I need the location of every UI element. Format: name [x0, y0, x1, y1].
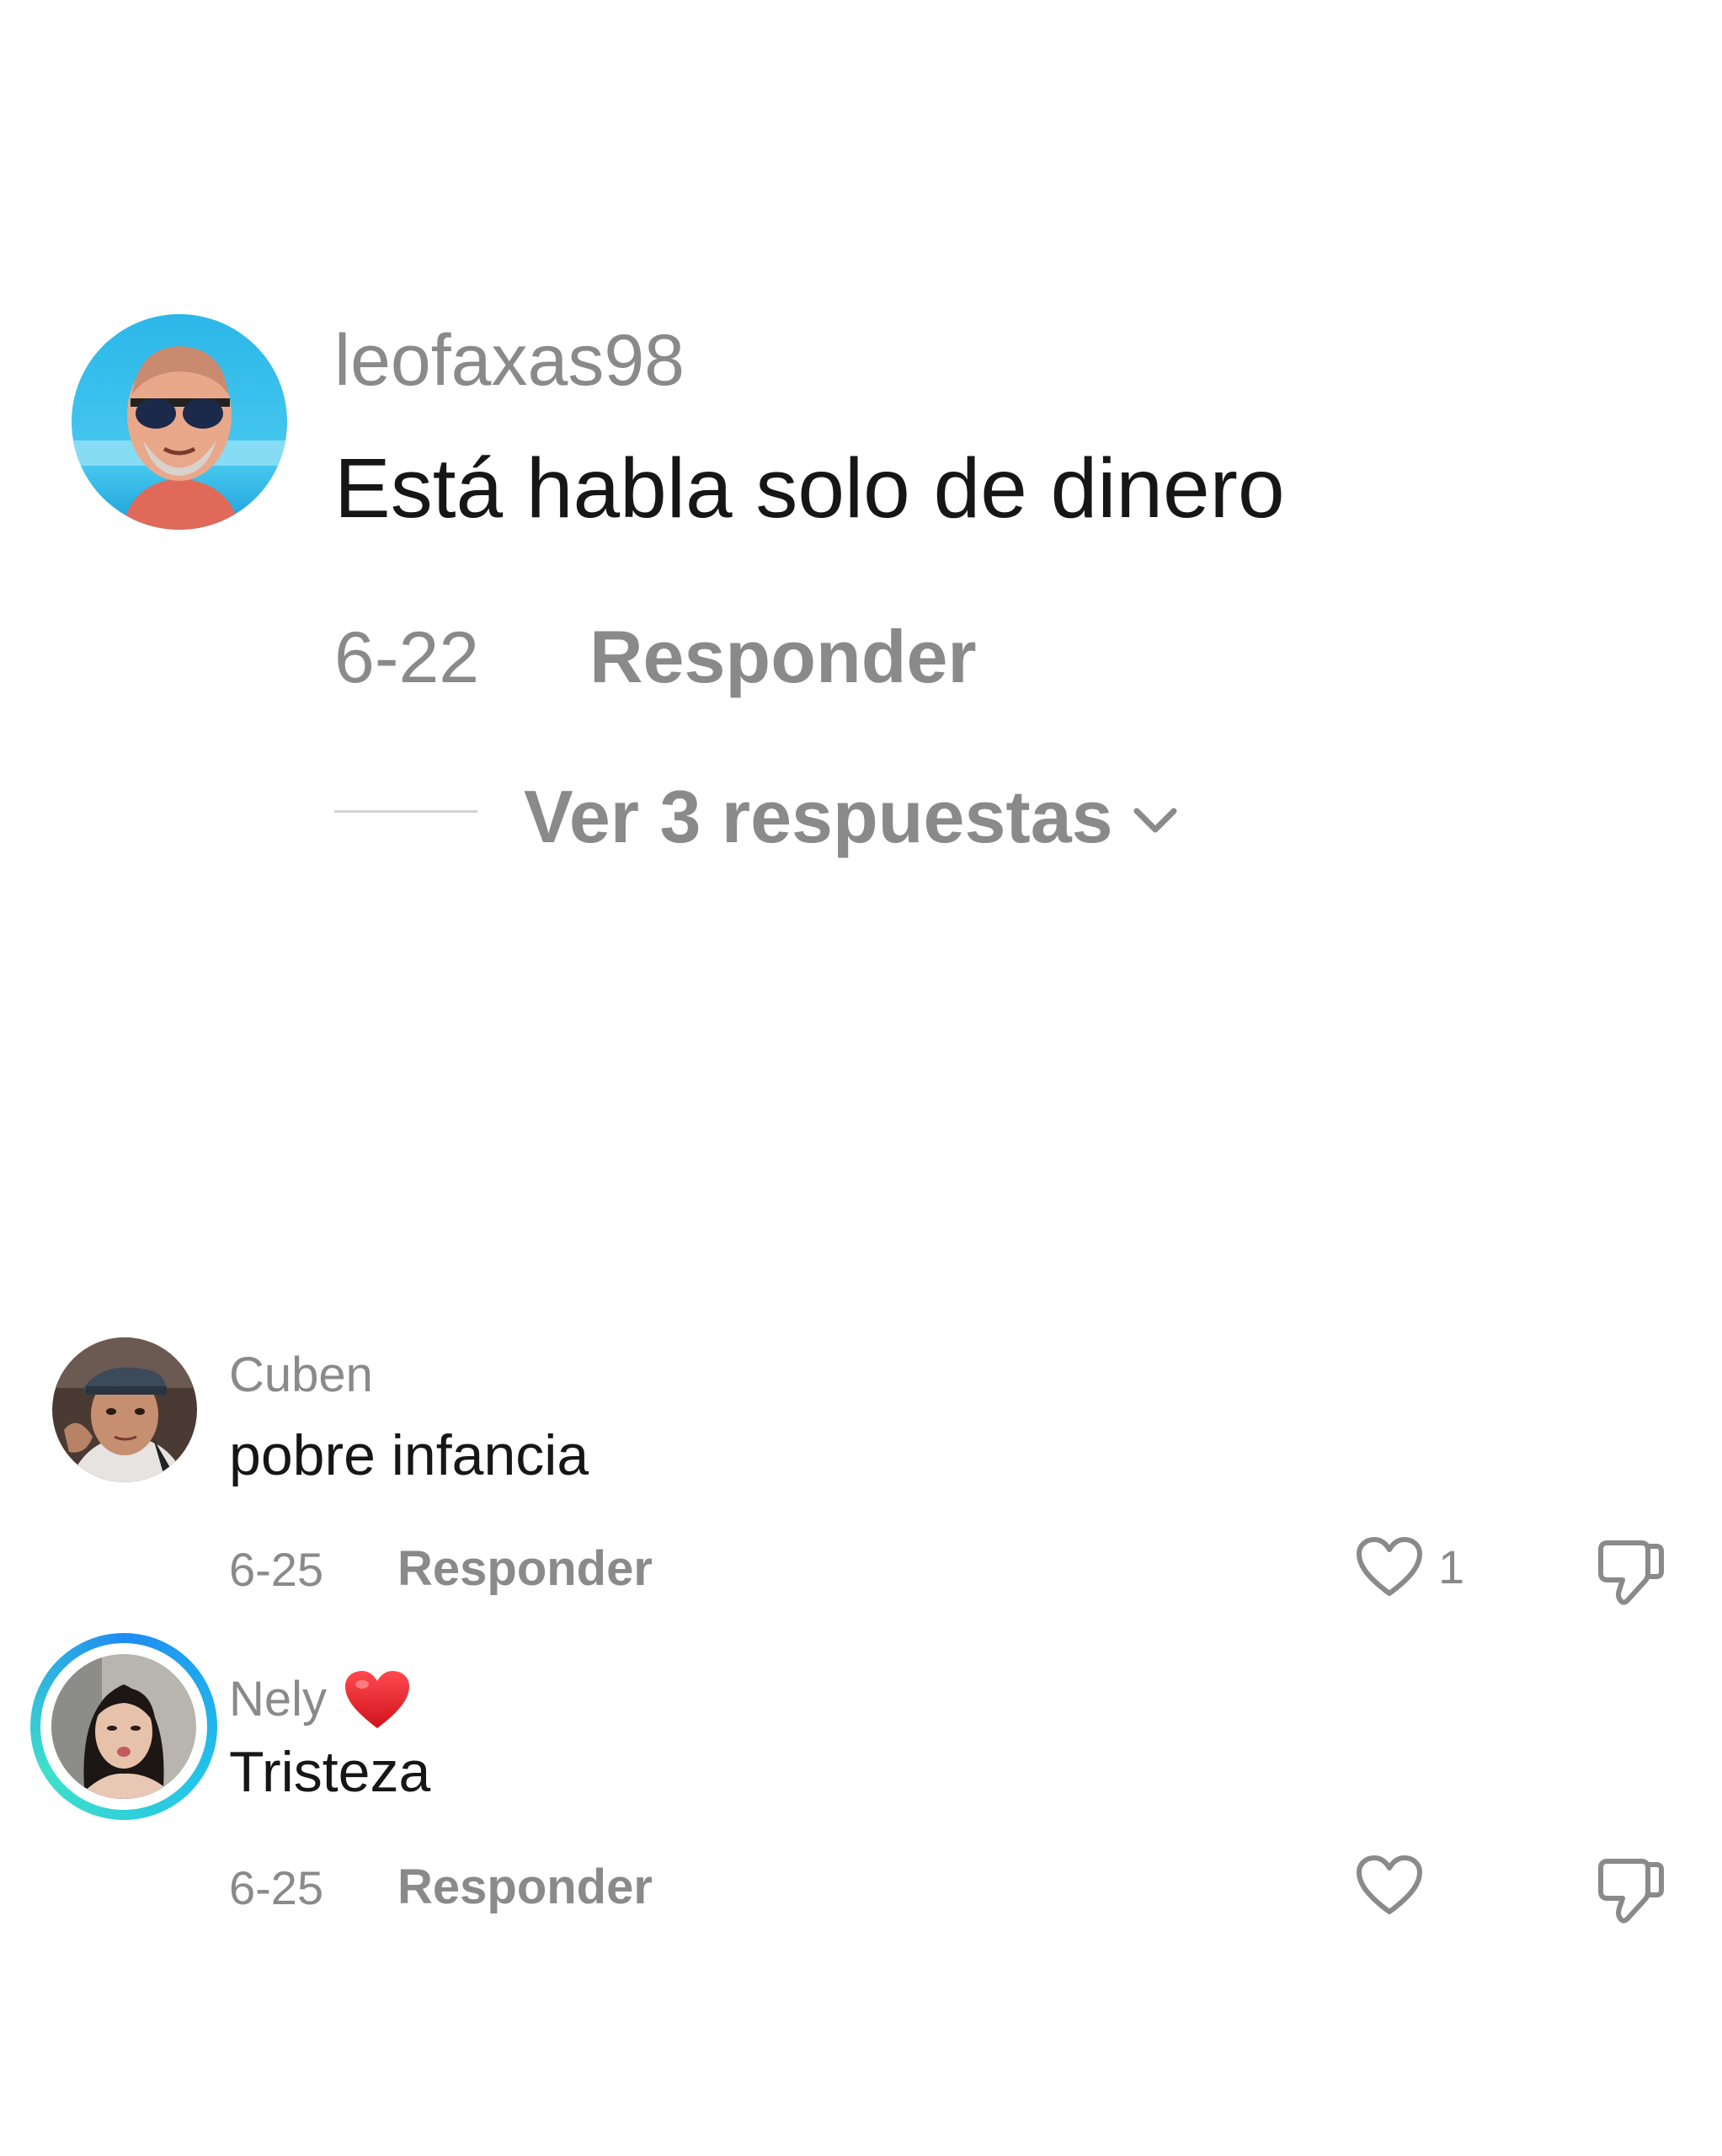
thumbs-down-icon	[1598, 1540, 1664, 1605]
red-heart-icon	[345, 1671, 410, 1728]
cuben-like-count: 1	[1438, 1540, 1465, 1593]
nely-avatar-story-ring[interactable]	[30, 1633, 217, 1820]
nely-comment-text: Tristeza	[229, 1740, 431, 1804]
cuben-dislike-button[interactable]	[1596, 1538, 1666, 1609]
cuben-username-label: Cuben	[229, 1348, 373, 1402]
nely-dislike-button[interactable]	[1596, 1856, 1666, 1928]
nely-username-label: Nely	[229, 1672, 328, 1726]
heart-outline-icon	[1357, 1537, 1422, 1596]
chevron-down-icon	[1133, 808, 1177, 833]
thumbs-down-icon	[1598, 1859, 1664, 1924]
heart-outline-icon	[1357, 1855, 1422, 1914]
replies-divider	[334, 810, 477, 813]
view-replies-button[interactable]: Ver 3 respuestas	[524, 775, 1181, 859]
cuben-username[interactable]: Cuben	[229, 1351, 373, 1400]
cuben-like-button[interactable]: 1	[1356, 1536, 1464, 1598]
avatar-young-man-cap-icon	[52, 1337, 197, 1482]
nely-username[interactable]: Nely	[229, 1669, 411, 1730]
nely-avatar-ring-gap	[40, 1643, 207, 1810]
cuben-avatar[interactable]	[52, 1337, 197, 1482]
cuben-comment-date: 6-25	[229, 1543, 324, 1596]
avatar-man-sunglasses-icon	[72, 314, 287, 530]
cuben-comment-text: pobre infancia	[229, 1423, 589, 1487]
main-comment-avatar[interactable]	[72, 314, 287, 530]
avatar-woman-icon	[51, 1654, 196, 1799]
main-comment-date: 6-22	[334, 617, 480, 698]
main-comment-reply-button[interactable]: Responder	[589, 620, 977, 694]
main-comment-username[interactable]: leofaxas98	[334, 324, 685, 397]
cuben-reply-button[interactable]: Responder	[397, 1545, 653, 1593]
nely-like-button[interactable]	[1356, 1854, 1438, 1917]
view-replies-label: Ver 3 respuestas	[524, 775, 1113, 858]
nely-comment-date: 6-25	[229, 1861, 324, 1914]
nely-avatar	[51, 1654, 196, 1799]
main-comment-text: Está habla solo de dinero	[334, 441, 1285, 536]
nely-reply-button[interactable]: Responder	[397, 1863, 653, 1912]
